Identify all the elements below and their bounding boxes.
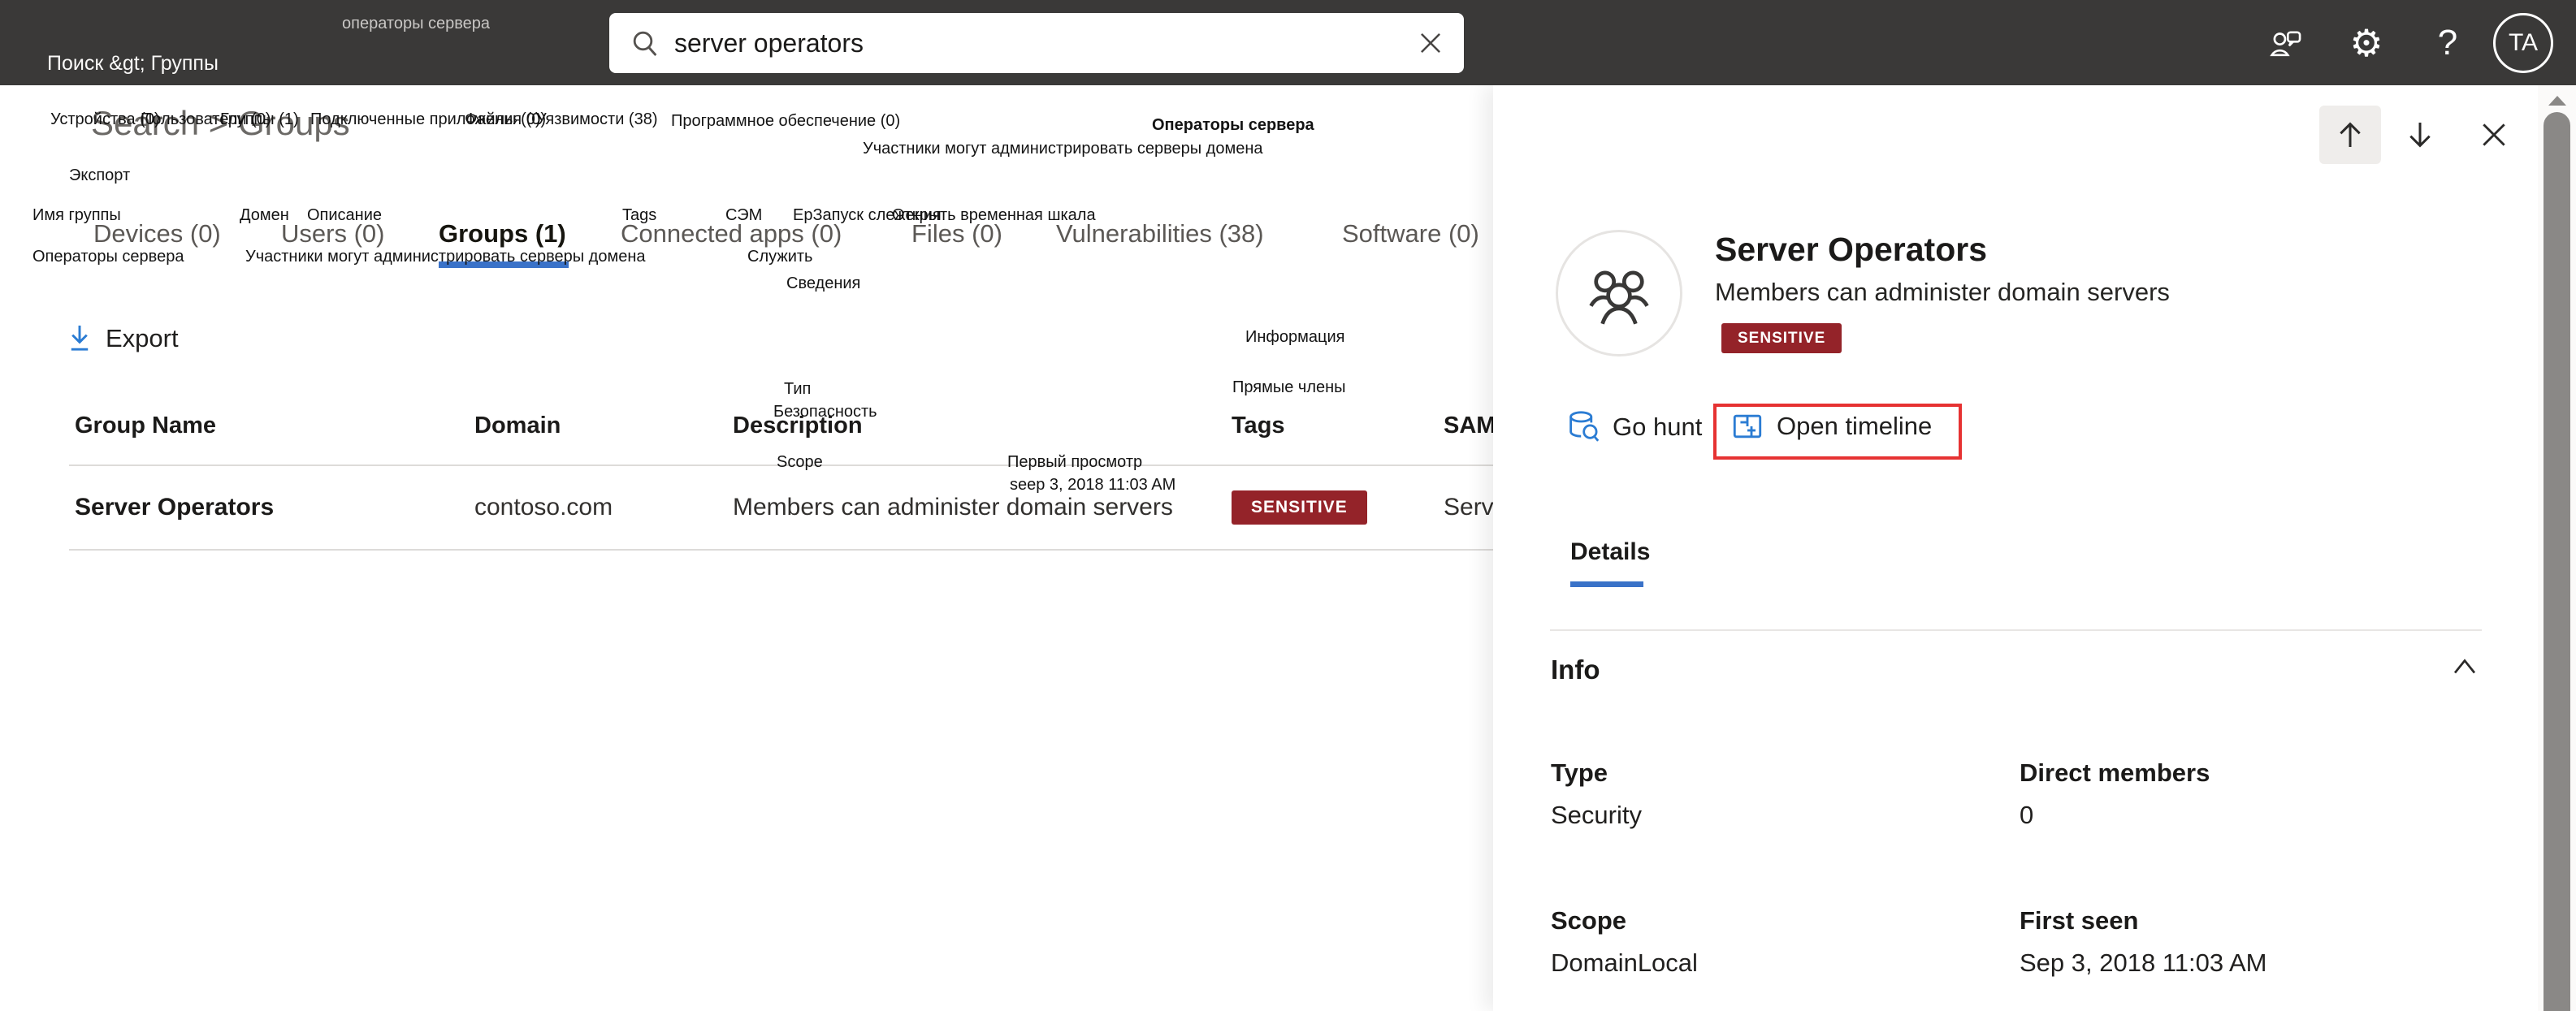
field-type-label: Type bbox=[1551, 758, 1608, 788]
overlay-ru-files: Файлы (0) bbox=[465, 110, 541, 129]
row-sam: Serve bbox=[1444, 494, 1493, 521]
field-direct-members-label: Direct members bbox=[2020, 758, 2210, 788]
field-first-seen-label: First seen bbox=[2020, 906, 2138, 935]
col-header-tags: Tags bbox=[1232, 413, 1285, 439]
field-direct-members-value: 0 bbox=[2020, 801, 2033, 830]
overlay-ru-sam: СЭМ bbox=[725, 206, 762, 225]
feedback-icon[interactable] bbox=[2245, 24, 2326, 62]
overlay-ru-export: Экспорт bbox=[69, 166, 130, 185]
search-input[interactable] bbox=[661, 28, 1415, 58]
pane-prev-button[interactable] bbox=[2319, 106, 2381, 164]
global-search-box[interactable] bbox=[609, 13, 1464, 73]
export-label: Export bbox=[106, 324, 179, 353]
topbar-overlay-query: операторы сервера bbox=[342, 15, 490, 33]
row-domain: contoso.com bbox=[474, 494, 613, 521]
group-people-icon bbox=[1583, 257, 1655, 329]
export-button[interactable]: Export bbox=[65, 323, 179, 354]
tab-groups[interactable]: Groups (1) bbox=[439, 219, 566, 248]
overlay-ru-scope: Scope bbox=[777, 453, 823, 472]
field-scope-label: Scope bbox=[1551, 906, 1626, 935]
col-header-group-name: Group Name bbox=[75, 413, 216, 439]
overlay-ru-security: Безопасность bbox=[773, 403, 877, 421]
annotation-highlight-box bbox=[1713, 404, 1962, 460]
pane-title: Server Operators bbox=[1715, 231, 1987, 269]
pane-tab-details[interactable]: Details bbox=[1570, 538, 1650, 566]
overlay-ru-group-desc: Участники могут администрировать серверы… bbox=[863, 140, 1263, 158]
group-avatar bbox=[1556, 230, 1682, 356]
field-first-seen-value: Sep 3, 2018 11:03 AM bbox=[2020, 948, 2267, 978]
pane-next-button[interactable] bbox=[2389, 106, 2451, 164]
scrollbar-up-arrow[interactable] bbox=[2545, 93, 2570, 113]
go-hunt-icon bbox=[1567, 410, 1600, 444]
export-download-icon bbox=[65, 323, 94, 354]
overlay-ru-groups: Группы (1) bbox=[220, 110, 299, 129]
overlay-ru-first-seen-value: seep 3, 2018 11:03 AM bbox=[1010, 476, 1175, 495]
overlay-ru-description: Описание bbox=[307, 206, 382, 225]
overlay-ru-type: Тип bbox=[784, 380, 811, 399]
overlay-ru-serve: Служить bbox=[747, 248, 812, 266]
pane-tab-underline bbox=[1570, 581, 1643, 587]
overlay-ru-details: Сведения bbox=[786, 274, 860, 293]
chevron-up-icon[interactable] bbox=[2450, 655, 2479, 683]
row-sensitive-badge: SENSITIVE bbox=[1232, 490, 1367, 525]
field-type-value: Security bbox=[1551, 801, 1642, 830]
table-divider-bottom bbox=[69, 549, 1493, 551]
pane-sensitive-badge: SENSITIVE bbox=[1721, 323, 1842, 353]
search-clear-icon[interactable] bbox=[1415, 28, 1446, 58]
go-hunt-button[interactable]: Go hunt bbox=[1567, 410, 1702, 444]
overlay-ru-direct-members: Прямые члены bbox=[1232, 378, 1346, 397]
go-hunt-label: Go hunt bbox=[1613, 413, 1702, 442]
overlay-ru-group-title: Операторы сервера bbox=[1152, 116, 1314, 135]
app-root: операторы сервера Поиск &gt; Группы ⚙ ? … bbox=[0, 0, 2576, 1011]
col-header-sam: SAM bbox=[1444, 413, 1493, 439]
field-scope-value: DomainLocal bbox=[1551, 948, 1698, 978]
pane-close-icon[interactable] bbox=[2463, 106, 2525, 164]
search-icon bbox=[629, 27, 661, 59]
overlay-ru-tags: Tags bbox=[622, 206, 656, 225]
pane-divider bbox=[1550, 629, 2482, 631]
overlay-ru-software: Программное обеспечение (0) bbox=[671, 112, 900, 131]
overlay-ru-open-timeline: Открыть временная шкала bbox=[892, 206, 1096, 225]
settings-gear-icon[interactable]: ⚙ bbox=[2326, 24, 2407, 62]
overlay-ru-first-seen: Первый просмотр bbox=[1007, 453, 1142, 472]
info-section-header[interactable]: Info bbox=[1551, 655, 1600, 685]
overlay-ru-group-name: Имя группы bbox=[32, 206, 121, 225]
overlay-ru-domain: Домен bbox=[240, 206, 289, 225]
details-pane bbox=[1493, 85, 2576, 1011]
account-avatar[interactable]: TA bbox=[2493, 13, 2553, 73]
col-header-domain: Domain bbox=[474, 413, 561, 439]
overlay-ru-operators: Операторы сервера bbox=[32, 248, 184, 266]
help-icon[interactable]: ? bbox=[2407, 23, 2488, 63]
row-description: Members can administer domain servers bbox=[733, 494, 1173, 521]
row-group-name: Server Operators bbox=[75, 494, 274, 521]
topbar-actions: ⚙ ? TA bbox=[2245, 0, 2576, 85]
overlay-ru-info: Информация bbox=[1245, 328, 1344, 347]
tab-software[interactable]: Software (0) bbox=[1342, 219, 1479, 248]
scrollbar-thumb[interactable] bbox=[2544, 112, 2570, 1011]
topbar-overlay-breadcrumb: Поиск &gt; Группы bbox=[47, 52, 219, 76]
overlay-ru-vulns: Уязвимости (38) bbox=[536, 110, 658, 129]
overlay-ru-members-admin: Участники могут администрировать серверы… bbox=[245, 248, 646, 266]
pane-subtitle: Members can administer domain servers bbox=[1715, 278, 2170, 307]
